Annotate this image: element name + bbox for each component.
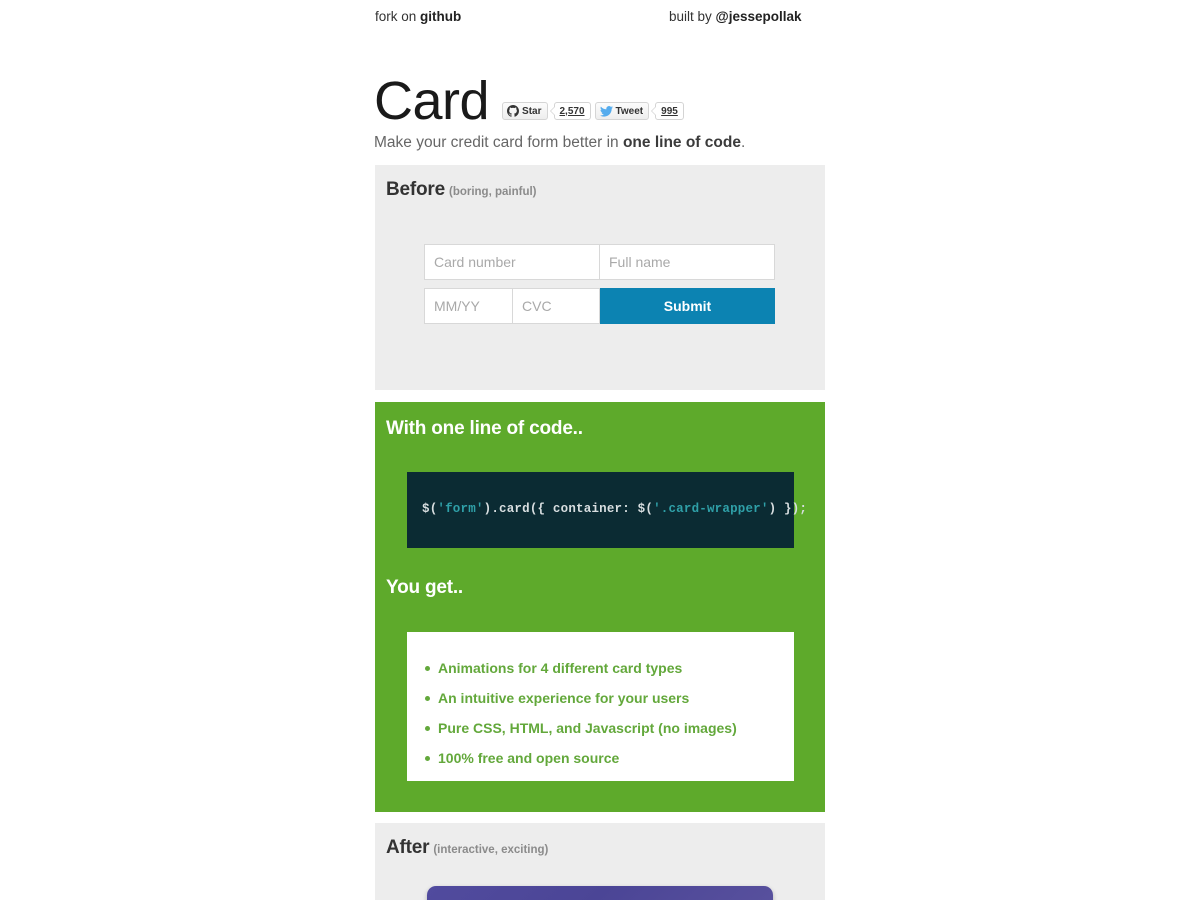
topbar: fork on github built by @jessepollak	[375, 6, 825, 28]
plain-credit-card-form: Submit	[424, 244, 775, 324]
list-item: Animations for 4 different card types	[425, 653, 794, 683]
twitter-bird-icon	[599, 105, 613, 117]
fork-prefix-text: fork on	[375, 9, 421, 24]
subtitle-strong: one line of code	[622, 134, 741, 151]
twitter-tweet-count[interactable]: 995	[651, 102, 684, 120]
submit-button[interactable]: Submit	[600, 288, 775, 324]
expiry-input[interactable]	[424, 288, 513, 324]
subtitle-prefix: Make your credit card form better in	[374, 134, 623, 151]
built-by-link[interactable]: built by @jessepollak	[669, 6, 802, 28]
fork-on-github-link[interactable]: fork on github	[375, 6, 461, 28]
cvc-input[interactable]	[513, 288, 600, 324]
list-item: Pure CSS, HTML, and Javascript (no image…	[425, 713, 794, 743]
after-heading: After (interactive, exciting)	[386, 837, 548, 859]
fork-target-text: github	[420, 9, 462, 24]
subtitle-suffix: .	[740, 134, 746, 151]
features-box: Animations for 4 different card types An…	[407, 632, 794, 781]
twitter-tweet-label: Tweet	[615, 105, 644, 117]
github-star-label: Star	[522, 105, 542, 117]
before-heading-sub: (boring, painful)	[448, 186, 537, 198]
built-prefix-text: built by	[669, 9, 716, 24]
form-row-bottom: Submit	[424, 288, 775, 324]
before-heading-main: Before	[386, 179, 445, 200]
github-star-button[interactable]: Star	[502, 102, 548, 120]
hero-subtitle: Make your credit card form better in one…	[374, 133, 745, 153]
code-section-heading: With one line of code..	[386, 418, 583, 439]
form-row-top	[424, 244, 775, 280]
full-name-input[interactable]	[600, 244, 775, 280]
list-item: 100% free and open source	[425, 743, 794, 773]
social-buttons: Star 2,570 Tweet 995	[502, 101, 684, 121]
one-line-of-code-section: With one line of code.. $('form').card({…	[375, 402, 825, 812]
card-number-input[interactable]	[424, 244, 600, 280]
code-block: $('form').card({ container: $('.card-wra…	[407, 472, 807, 548]
features-list: Animations for 4 different card types An…	[407, 632, 794, 773]
hero-title-row: Card Star 2,570 Tweet 995	[374, 72, 684, 128]
code-part-2: ).card({ container: $(	[483, 502, 654, 516]
github-star-count[interactable]: 2,570	[549, 102, 591, 120]
features-section-heading: You get..	[386, 577, 464, 598]
page-title: Card	[374, 71, 490, 131]
after-section: After (interactive, exciting)	[375, 823, 825, 900]
page-root: fork on github built by @jessepollak Car…	[0, 0, 1200, 900]
twitter-tweet-button[interactable]: Tweet	[594, 102, 650, 120]
built-author-text: @jessepollak	[715, 9, 802, 24]
code-part-3: ) });	[768, 502, 808, 516]
code-part-1: $(	[422, 502, 438, 516]
before-heading: Before (boring, painful)	[386, 179, 537, 201]
before-section: Before(boring, painful) Submit	[375, 165, 825, 390]
interactive-credit-card-preview[interactable]	[427, 886, 773, 900]
after-heading-main: After	[386, 837, 430, 858]
list-item: An intuitive experience for your users	[425, 683, 794, 713]
code-string-1: 'form'	[437, 502, 484, 516]
code-string-2: '.card-wrapper'	[653, 502, 769, 516]
github-octocat-icon	[507, 105, 520, 117]
code-snippet: $('form').card({ container: $('.card-wra…	[422, 502, 807, 516]
after-heading-sub: (interactive, exciting)	[433, 844, 549, 856]
